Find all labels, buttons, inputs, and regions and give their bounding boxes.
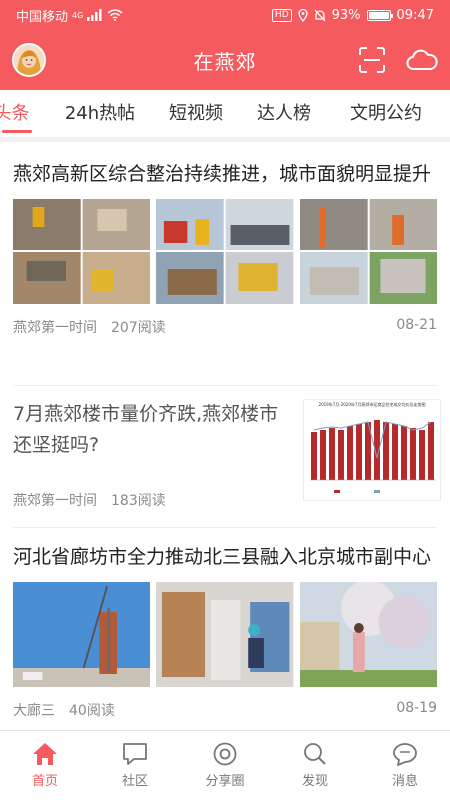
avatar[interactable] xyxy=(12,43,46,77)
article-source: 大廊三 xyxy=(13,703,55,719)
thumbnail-chart-title: 2019年7月-2020年7月燕郊市区商品住宅成交均价及走势图 xyxy=(318,402,426,407)
nav-discover[interactable]: 发现 xyxy=(270,731,360,800)
bottom-nav: 首页 社区 分享圈 发现 消息 xyxy=(0,730,450,800)
mute-bell-icon xyxy=(314,9,326,21)
article-reads: 207阅读 xyxy=(111,320,166,336)
article-date: 08-19 xyxy=(396,700,437,716)
message-icon xyxy=(393,743,417,766)
nav-community[interactable]: 社区 xyxy=(90,731,180,800)
nav-community-label: 社区 xyxy=(121,774,148,789)
article-title[interactable]: 燕郊高新区综合整治持续推进，城市面貌明显提升 xyxy=(13,159,437,190)
thumbnail-bar xyxy=(329,428,335,480)
location-icon xyxy=(297,8,308,22)
tab-civility-pact-label: 文明公约 xyxy=(350,103,422,124)
share-circle-icon xyxy=(213,742,237,766)
article-meta: 燕郊第一时间 183阅读 xyxy=(13,490,293,510)
nav-share-circle[interactable]: 分享圈 xyxy=(180,731,270,800)
battery-icon xyxy=(366,9,393,21)
tab-civility-pact[interactable]: 文明公约 xyxy=(332,90,444,137)
chat-icon xyxy=(123,743,147,765)
nav-discover-label: 发现 xyxy=(301,774,328,789)
status-right: HD 93% 09:47 xyxy=(271,7,434,23)
thumbnail-bar xyxy=(347,426,353,480)
nav-home-label: 首页 xyxy=(31,774,58,789)
tab-top-users[interactable]: 达人榜 xyxy=(236,90,332,137)
scan-icon[interactable] xyxy=(358,46,386,74)
thumbnail-bar xyxy=(320,430,326,480)
article-reads: 183阅读 xyxy=(111,493,166,509)
tab-24h-hot-label: 24h热帖 xyxy=(64,103,136,124)
clock: 09:47 xyxy=(396,7,434,23)
thumbnail-chart xyxy=(310,420,436,493)
thumbnail-bar xyxy=(401,426,407,480)
article-meta: 燕郊第一时间 207阅读 08-21 xyxy=(13,317,437,337)
news-feed: 燕郊高新区综合整治持续推进，城市面貌明显提升 燕郊第一时间 207阅读 08-2… xyxy=(0,147,450,730)
divider xyxy=(13,527,437,528)
home-icon xyxy=(33,743,57,765)
search-icon xyxy=(304,743,326,765)
carrier-name: 中国移动 xyxy=(16,9,69,25)
thumbnail-bar xyxy=(311,432,317,480)
tab-headlines[interactable]: 3头条 xyxy=(0,90,44,137)
article-title[interactable]: 河北省廊坊市全力推动北三县融入北京城市副中心 xyxy=(13,542,437,573)
hd-badge: HD xyxy=(271,8,292,22)
article-image[interactable] xyxy=(299,582,437,687)
battery-percent: 93% xyxy=(331,7,361,23)
article-date: 08-21 xyxy=(396,317,437,333)
article-card[interactable]: 燕郊高新区综合整治持续推进，城市面貌明显提升 燕郊第一时间 207阅读 08-2… xyxy=(0,159,450,337)
signal-icon xyxy=(87,9,102,21)
carrier-group: 中国移动 4G xyxy=(16,6,123,25)
nav-share-circle-label: 分享圈 xyxy=(205,774,245,789)
tab-headlines-label: 3头条 xyxy=(0,103,30,124)
thumbnail-bar xyxy=(356,424,362,480)
article-reads: 40阅读 xyxy=(69,703,115,719)
thumbnail-bar xyxy=(338,430,344,480)
article-card[interactable]: 河北省廊坊市全力推动北三县融入北京城市副中心 大廊三 40阅读 08-19 xyxy=(0,542,450,720)
tab-top-users-label: 达人榜 xyxy=(257,103,311,124)
cloud-icon[interactable] xyxy=(406,48,438,72)
nav-messages-label: 消息 xyxy=(391,774,418,789)
divider xyxy=(13,385,437,386)
article-title[interactable]: 7月燕郊楼市量价齐跌,燕郊楼市还坚挺吗? xyxy=(13,399,293,461)
thumbnail-bar xyxy=(392,424,398,480)
article-image[interactable] xyxy=(299,199,437,304)
tab-short-video[interactable]: 短视频 xyxy=(156,90,236,137)
tab-24h-hot[interactable]: 24h热帖 xyxy=(44,90,156,137)
article-images xyxy=(13,199,437,304)
status-bar: 中国移动 4G HD 93% 09:47 xyxy=(0,0,450,30)
thumbnail-bar xyxy=(419,430,425,480)
thumbnail-bar xyxy=(410,428,416,480)
article-source: 燕郊第一时间 xyxy=(13,320,97,336)
article-image[interactable] xyxy=(156,199,294,304)
article-source: 燕郊第一时间 xyxy=(13,493,97,509)
network-type: 4G xyxy=(72,10,84,20)
article-card[interactable]: 7月燕郊楼市量价齐跌,燕郊楼市还坚挺吗? 燕郊第一时间 183阅读 2019年7… xyxy=(0,399,450,510)
tab-short-video-label: 短视频 xyxy=(169,103,223,124)
header-actions xyxy=(358,46,438,74)
thumbnail-bar xyxy=(428,422,434,480)
article-images xyxy=(13,582,437,687)
article-image[interactable] xyxy=(13,582,151,687)
nav-home[interactable]: 首页 xyxy=(0,731,90,800)
nav-messages[interactable]: 消息 xyxy=(360,731,450,800)
article-thumbnail[interactable]: 2019年7月-2020年7月燕郊市区商品住宅成交均价及走势图 xyxy=(303,399,441,501)
article-image[interactable] xyxy=(156,582,294,687)
article-image[interactable] xyxy=(13,199,151,304)
app-header: 在燕郊 xyxy=(0,30,450,90)
category-tabs: 3头条 24h热帖 短视频 达人榜 文明公约 xyxy=(0,90,450,142)
article-meta: 大廊三 40阅读 08-19 xyxy=(13,700,437,720)
wifi-icon xyxy=(107,9,123,21)
avatar-image xyxy=(14,45,44,75)
